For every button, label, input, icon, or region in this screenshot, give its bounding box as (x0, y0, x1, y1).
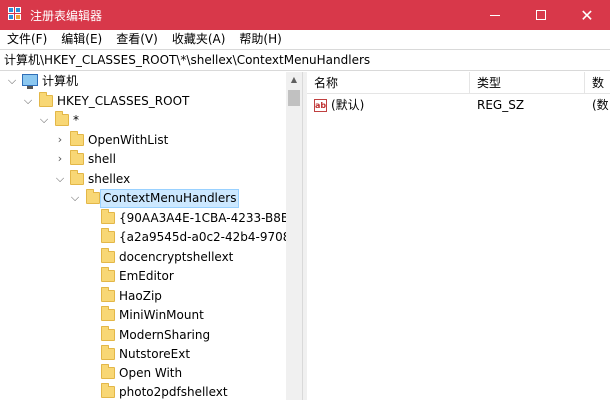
folder-icon (55, 111, 69, 126)
tree-item-label: shellex (88, 172, 131, 186)
tree-item-label: Open With (119, 366, 183, 380)
tree-item-handler[interactable]: {90AA3A4E-1CBA-4233-B8BB- (0, 209, 286, 228)
tree-item-label: docencryptshellext (119, 250, 234, 264)
folder-icon (101, 326, 115, 341)
tree-item-shell[interactable]: › shell (0, 150, 286, 169)
tree-vertical-scrollbar[interactable]: ▲ (286, 72, 302, 400)
column-header-name[interactable]: 名称 (307, 72, 470, 94)
folder-icon (70, 170, 84, 185)
folder-icon (101, 287, 115, 302)
tree-item-contextmenuhandlers[interactable]: ⌵ ContextMenuHandlers (0, 189, 286, 208)
list-header: 名称 类型 数 (307, 72, 610, 94)
close-icon: ✕ (580, 5, 594, 25)
tree-item-label: NutstoreExt (119, 347, 191, 361)
tree-item-openwithlist[interactable]: › OpenWithList (0, 131, 286, 150)
minimize-icon (490, 14, 500, 16)
tree-item-computer[interactable]: ⌵ 计算机 (0, 72, 286, 91)
menu-help[interactable]: 帮助(H) (232, 30, 288, 49)
folder-icon (70, 150, 84, 165)
tree-item-label: OpenWithList (88, 133, 169, 147)
chevron-down-icon[interactable]: ⌵ (6, 74, 18, 88)
tree-item-handler[interactable]: ModernSharing (0, 326, 286, 345)
column-header-type[interactable]: 类型 (470, 72, 585, 94)
folder-icon (70, 131, 84, 146)
menu-view[interactable]: 查看(V) (109, 30, 165, 49)
folder-icon (101, 267, 115, 282)
tree-item-label: {a2a9545d-a0c2-42b4-9708-a (119, 230, 286, 244)
folder-icon (101, 228, 115, 243)
tree-item-label: HaoZip (119, 289, 162, 303)
tree-item-hkcr[interactable]: ⌵ HKEY_CLASSES_ROOT (0, 92, 286, 111)
maximize-button[interactable] (518, 0, 564, 30)
folder-icon (101, 248, 115, 263)
tree-item-handler[interactable]: {a2a9545d-a0c2-42b4-9708-a (0, 228, 286, 247)
folder-icon (101, 345, 115, 360)
tree-item-label: HKEY_CLASSES_ROOT (57, 94, 190, 108)
tree-item-handler[interactable]: Open With (0, 364, 286, 383)
address-bar[interactable]: 计算机\HKEY_CLASSES_ROOT\*\shellex\ContextM… (0, 49, 610, 71)
string-value-icon: ab (314, 99, 327, 112)
value-name: (默认) (331, 98, 365, 112)
minimize-button[interactable] (472, 0, 518, 30)
tree-item-handler[interactable]: MiniWinMount (0, 306, 286, 325)
chevron-down-icon[interactable]: ⌵ (54, 172, 66, 186)
tree-item-label: * (73, 113, 79, 127)
close-button[interactable]: ✕ (564, 0, 610, 30)
folder-icon (101, 306, 115, 321)
key-tree: ⌵ 计算机 ⌵ HKEY_CLASSES_ROOT ⌵ * › OpenWith… (0, 72, 286, 400)
tree-item-handler[interactable]: NutstoreExt (0, 345, 286, 364)
value-data: (数 (592, 98, 609, 112)
chevron-right-icon[interactable]: › (54, 133, 66, 147)
tree-item-star[interactable]: ⌵ * (0, 111, 286, 130)
folder-icon (39, 92, 53, 107)
tree-item-handler[interactable]: photo2pdfshellext (0, 383, 286, 400)
tree-item-handler[interactable]: docencryptshellext (0, 248, 286, 267)
menu-favorites[interactable]: 收藏夹(A) (165, 30, 233, 49)
chevron-down-icon[interactable]: ⌵ (38, 113, 50, 127)
scroll-thumb[interactable] (288, 90, 300, 106)
menu-edit[interactable]: 编辑(E) (54, 30, 109, 49)
window-title: 注册表编辑器 (30, 8, 103, 23)
value-row[interactable]: ab (默认) REG_SZ (数 (307, 96, 610, 115)
regedit-icon (8, 7, 24, 23)
tree-item-label-selected: ContextMenuHandlers (100, 189, 240, 208)
column-header-data[interactable]: 数 (585, 72, 610, 94)
tree-item-label: photo2pdfshellext (119, 385, 228, 399)
folder-icon (101, 209, 115, 224)
maximize-icon (536, 10, 546, 20)
folder-icon (101, 383, 115, 398)
chevron-right-icon[interactable]: › (54, 152, 66, 166)
chevron-down-icon[interactable]: ⌵ (69, 191, 81, 205)
value-list-pane: 名称 类型 数 ab (默认) REG_SZ (数 (307, 72, 610, 400)
key-tree-pane: ⌵ 计算机 ⌵ HKEY_CLASSES_ROOT ⌵ * › OpenWith… (0, 72, 302, 400)
menu-bar: 文件(F) 编辑(E) 查看(V) 收藏夹(A) 帮助(H) (0, 30, 610, 49)
tree-item-handler[interactable]: EmEditor (0, 267, 286, 286)
tree-item-shellex[interactable]: ⌵ shellex (0, 170, 286, 189)
value-type: REG_SZ (477, 98, 525, 112)
tree-item-handler[interactable]: HaoZip (0, 287, 286, 306)
tree-item-label: shell (88, 152, 116, 166)
scroll-up-icon[interactable]: ▲ (286, 72, 302, 88)
title-bar: 注册表编辑器 ✕ (0, 0, 610, 30)
tree-item-label: 计算机 (42, 74, 79, 88)
tree-item-label: EmEditor (119, 269, 174, 283)
tree-item-label: {90AA3A4E-1CBA-4233-B8BB- (119, 211, 286, 225)
tree-item-label: MiniWinMount (119, 308, 204, 322)
chevron-down-icon[interactable]: ⌵ (22, 94, 34, 108)
menu-file[interactable]: 文件(F) (0, 30, 54, 49)
folder-icon (86, 189, 100, 204)
tree-item-label: ModernSharing (119, 328, 211, 342)
folder-icon (101, 364, 115, 379)
computer-icon (22, 74, 38, 89)
